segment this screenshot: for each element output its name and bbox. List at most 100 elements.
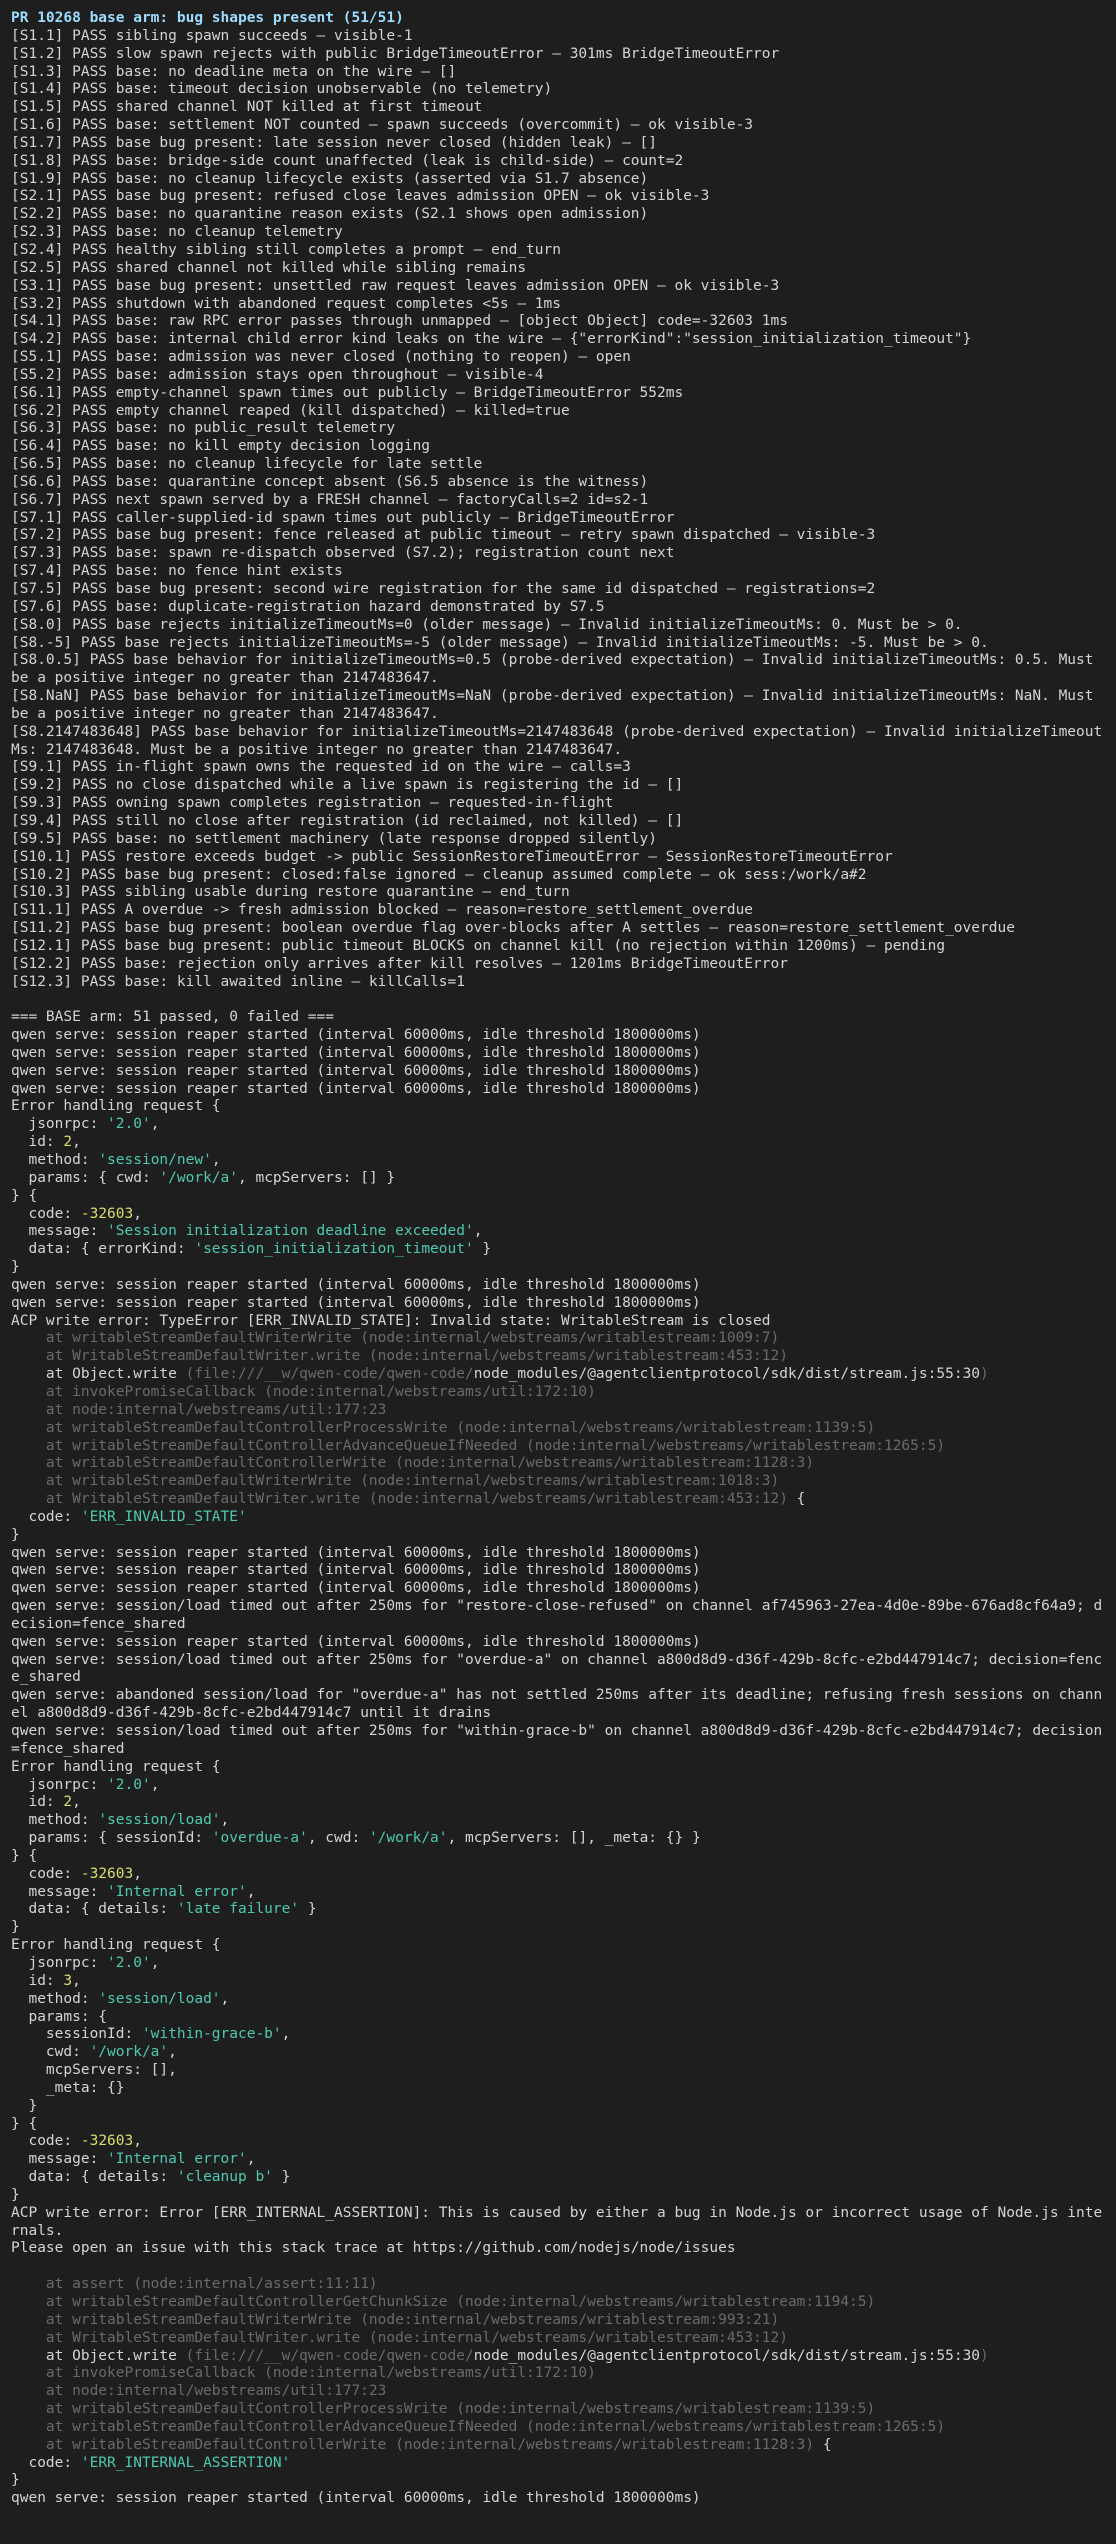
terminal-text: params: { cwd: bbox=[11, 1169, 160, 1186]
terminal-text: qwen serve: session/load timed out after… bbox=[11, 1598, 1103, 1632]
terminal-text: [S6.3] PASS base: no public_result telem… bbox=[11, 420, 396, 437]
terminal-text: [S6.5] PASS base: no cleanup lifecycle f… bbox=[11, 456, 483, 473]
terminal-text: 'Internal error' bbox=[107, 2151, 247, 2168]
terminal-line: jsonrpc: '2.0', bbox=[11, 1116, 1105, 1134]
terminal-text: { bbox=[787, 1491, 806, 1508]
terminal-text: [S1.8] PASS base: bridge-side count unaf… bbox=[11, 152, 684, 169]
terminal-line: qwen serve: session/load timed out after… bbox=[11, 1598, 1105, 1634]
terminal-line: [S2.4] PASS healthy sibling still comple… bbox=[11, 242, 1105, 260]
terminal-line: [S8.0] PASS base rejects initializeTimeo… bbox=[11, 617, 1105, 635]
terminal-line: [S5.2] PASS base: admission stays open t… bbox=[11, 367, 1105, 385]
terminal-line: mcpServers: [], bbox=[11, 2062, 1105, 2080]
terminal-line: [S1.7] PASS base bug present: late sessi… bbox=[11, 135, 1105, 153]
terminal-line: [S11.1] PASS A overdue -> fresh admissio… bbox=[11, 902, 1105, 920]
terminal-line: } bbox=[11, 2098, 1105, 2116]
terminal-line: [S2.2] PASS base: no quarantine reason e… bbox=[11, 206, 1105, 224]
terminal-line: code: -32603, bbox=[11, 2133, 1105, 2151]
terminal-line: [S1.9] PASS base: no cleanup lifecycle e… bbox=[11, 171, 1105, 189]
terminal-line: at writableStreamDefaultControllerAdvanc… bbox=[11, 2419, 1105, 2437]
terminal-line: at writableStreamDefaultControllerProces… bbox=[11, 2401, 1105, 2419]
terminal-text: data: { details: bbox=[11, 1901, 177, 1918]
terminal-text: qwen serve: session reaper started (inte… bbox=[11, 1580, 701, 1597]
terminal-text: } bbox=[11, 1919, 20, 1936]
terminal-text: Please open an issue with this stack tra… bbox=[11, 2240, 736, 2257]
terminal-text: , bbox=[220, 1812, 230, 1829]
terminal-line: } bbox=[11, 2472, 1105, 2490]
terminal-line: at Object.write (file:///__w/qwen-code/q… bbox=[11, 2348, 1105, 2366]
terminal-text: [S8.0] PASS base rejects initializeTimeo… bbox=[11, 616, 963, 633]
terminal-text: Error handling request { bbox=[11, 1937, 221, 1954]
terminal-line: params: { bbox=[11, 2009, 1105, 2027]
terminal-text: at WritableStreamDefaultWriter.write (no… bbox=[11, 1491, 788, 1508]
terminal-text: } bbox=[272, 2169, 291, 2186]
terminal-text: } bbox=[299, 1901, 317, 1918]
terminal-line: [S6.4] PASS base: no kill empty decision… bbox=[11, 438, 1105, 456]
terminal-text: qwen serve: session reaper started (inte… bbox=[11, 1294, 701, 1311]
terminal-line: [S1.2] PASS slow spawn rejects with publ… bbox=[11, 46, 1105, 64]
terminal-line: qwen serve: abandoned session/load for "… bbox=[11, 1687, 1105, 1723]
terminal-text: cwd: bbox=[11, 2044, 90, 2061]
terminal-line: [S7.5] PASS base bug present: second wir… bbox=[11, 581, 1105, 599]
terminal-line: [S6.1] PASS empty-channel spawn times ou… bbox=[11, 385, 1105, 403]
terminal-text: qwen serve: session reaper started (inte… bbox=[11, 1633, 701, 1650]
terminal-text: , bbox=[246, 2151, 256, 2168]
terminal-text: qwen serve: session reaper started (inte… bbox=[11, 2490, 701, 2507]
terminal-text: (file:///__w/qwen-code/qwen-code/ bbox=[185, 1366, 474, 1383]
terminal-text: _meta: {} bbox=[11, 2079, 125, 2096]
terminal-text: data: { errorKind: bbox=[11, 1241, 195, 1258]
terminal-text: id: bbox=[11, 1134, 64, 1151]
terminal-text: [S2.3] PASS base: no cleanup telemetry bbox=[11, 224, 343, 241]
terminal-line: [S1.5] PASS shared channel NOT killed at… bbox=[11, 99, 1105, 117]
terminal-line: } { bbox=[11, 2116, 1105, 2134]
terminal-text: method: bbox=[11, 1152, 99, 1168]
terminal-text: [S9.3] PASS owning spawn completes regis… bbox=[11, 795, 614, 812]
terminal-text: method: bbox=[11, 1990, 99, 2007]
terminal-text: , bbox=[211, 1152, 221, 1168]
terminal-line: id: 2, bbox=[11, 1134, 1105, 1152]
terminal-line: at writableStreamDefaultControllerWrite … bbox=[11, 1455, 1105, 1473]
terminal-text: -32603 bbox=[80, 1865, 134, 1882]
terminal-line: [S2.5] PASS shared channel not killed wh… bbox=[11, 260, 1105, 278]
terminal-text: '/work/a' bbox=[89, 2044, 169, 2061]
terminal-text: } bbox=[11, 2097, 38, 2114]
terminal-line: at WritableStreamDefaultWriter.write (no… bbox=[11, 1348, 1105, 1366]
terminal-text: PR 10268 base arm: bug shapes present (5… bbox=[11, 10, 404, 26]
terminal-text: at WritableStreamDefaultWriter.write (no… bbox=[11, 2329, 788, 2346]
terminal-text: 'Internal error' bbox=[107, 1883, 247, 1900]
terminal-text: , mcpServers: [], _meta: {} } bbox=[447, 1830, 701, 1847]
terminal-line: [S7.3] PASS base: spawn re-dispatch obse… bbox=[11, 545, 1105, 563]
terminal-line: [S8.0.5] PASS base behavior for initiali… bbox=[11, 652, 1105, 688]
terminal-text: [S1.4] PASS base: timeout decision unobs… bbox=[11, 81, 553, 98]
terminal-text: [S12.1] PASS base bug present: public ti… bbox=[11, 937, 946, 954]
terminal-text: ) bbox=[980, 1366, 989, 1383]
terminal-line: [S1.3] PASS base: no deadline meta on th… bbox=[11, 64, 1105, 82]
terminal-text: 'overdue-a' bbox=[211, 1830, 308, 1847]
terminal-line: [S7.2] PASS base bug present: fence rele… bbox=[11, 527, 1105, 545]
terminal-text: [S1.6] PASS base: settlement NOT counted… bbox=[11, 117, 754, 134]
terminal-line: } bbox=[11, 2187, 1105, 2205]
terminal-line: qwen serve: session/load timed out after… bbox=[11, 1652, 1105, 1688]
terminal-line: [S7.4] PASS base: no fence hint exists bbox=[11, 563, 1105, 581]
terminal-text: [S12.3] PASS base: kill awaited inline —… bbox=[11, 973, 465, 990]
terminal-line: method: 'session/load', bbox=[11, 1812, 1105, 1830]
terminal-text: [S10.1] PASS restore exceeds budget -> p… bbox=[11, 848, 893, 865]
terminal-text: ACP write error: Error [ERR_INTERNAL_ASS… bbox=[11, 2204, 1103, 2239]
terminal-line: code: -32603, bbox=[11, 1206, 1105, 1224]
terminal-text: 'session/load' bbox=[98, 1812, 221, 1829]
terminal-text: qwen serve: session reaper started (inte… bbox=[11, 1080, 701, 1097]
terminal-text: } { bbox=[11, 1847, 38, 1864]
terminal-line: message: 'Internal error', bbox=[11, 2151, 1105, 2169]
terminal-text: jsonrpc: bbox=[11, 1954, 108, 1971]
terminal-text: } bbox=[473, 1241, 492, 1258]
terminal-line: [S8.NaN] PASS base behavior for initiali… bbox=[11, 688, 1105, 724]
terminal-text: ACP write error: TypeError [ERR_INVALID_… bbox=[11, 1312, 771, 1329]
terminal-text: qwen serve: session reaper started (inte… bbox=[11, 1544, 701, 1561]
terminal-line: [S12.3] PASS base: kill awaited inline —… bbox=[11, 974, 1105, 992]
terminal-text: , bbox=[246, 1883, 256, 1900]
terminal-text: [S9.4] PASS still no close after registr… bbox=[11, 812, 684, 829]
terminal-text: [S1.1] PASS sibling spawn succeeds — vis… bbox=[11, 27, 413, 44]
terminal-text: 3 bbox=[63, 1972, 73, 1989]
terminal-line: at writableStreamDefaultControllerGetChu… bbox=[11, 2294, 1105, 2312]
terminal-line: [S1.4] PASS base: timeout decision unobs… bbox=[11, 81, 1105, 99]
terminal-text: , bbox=[72, 1972, 81, 1989]
